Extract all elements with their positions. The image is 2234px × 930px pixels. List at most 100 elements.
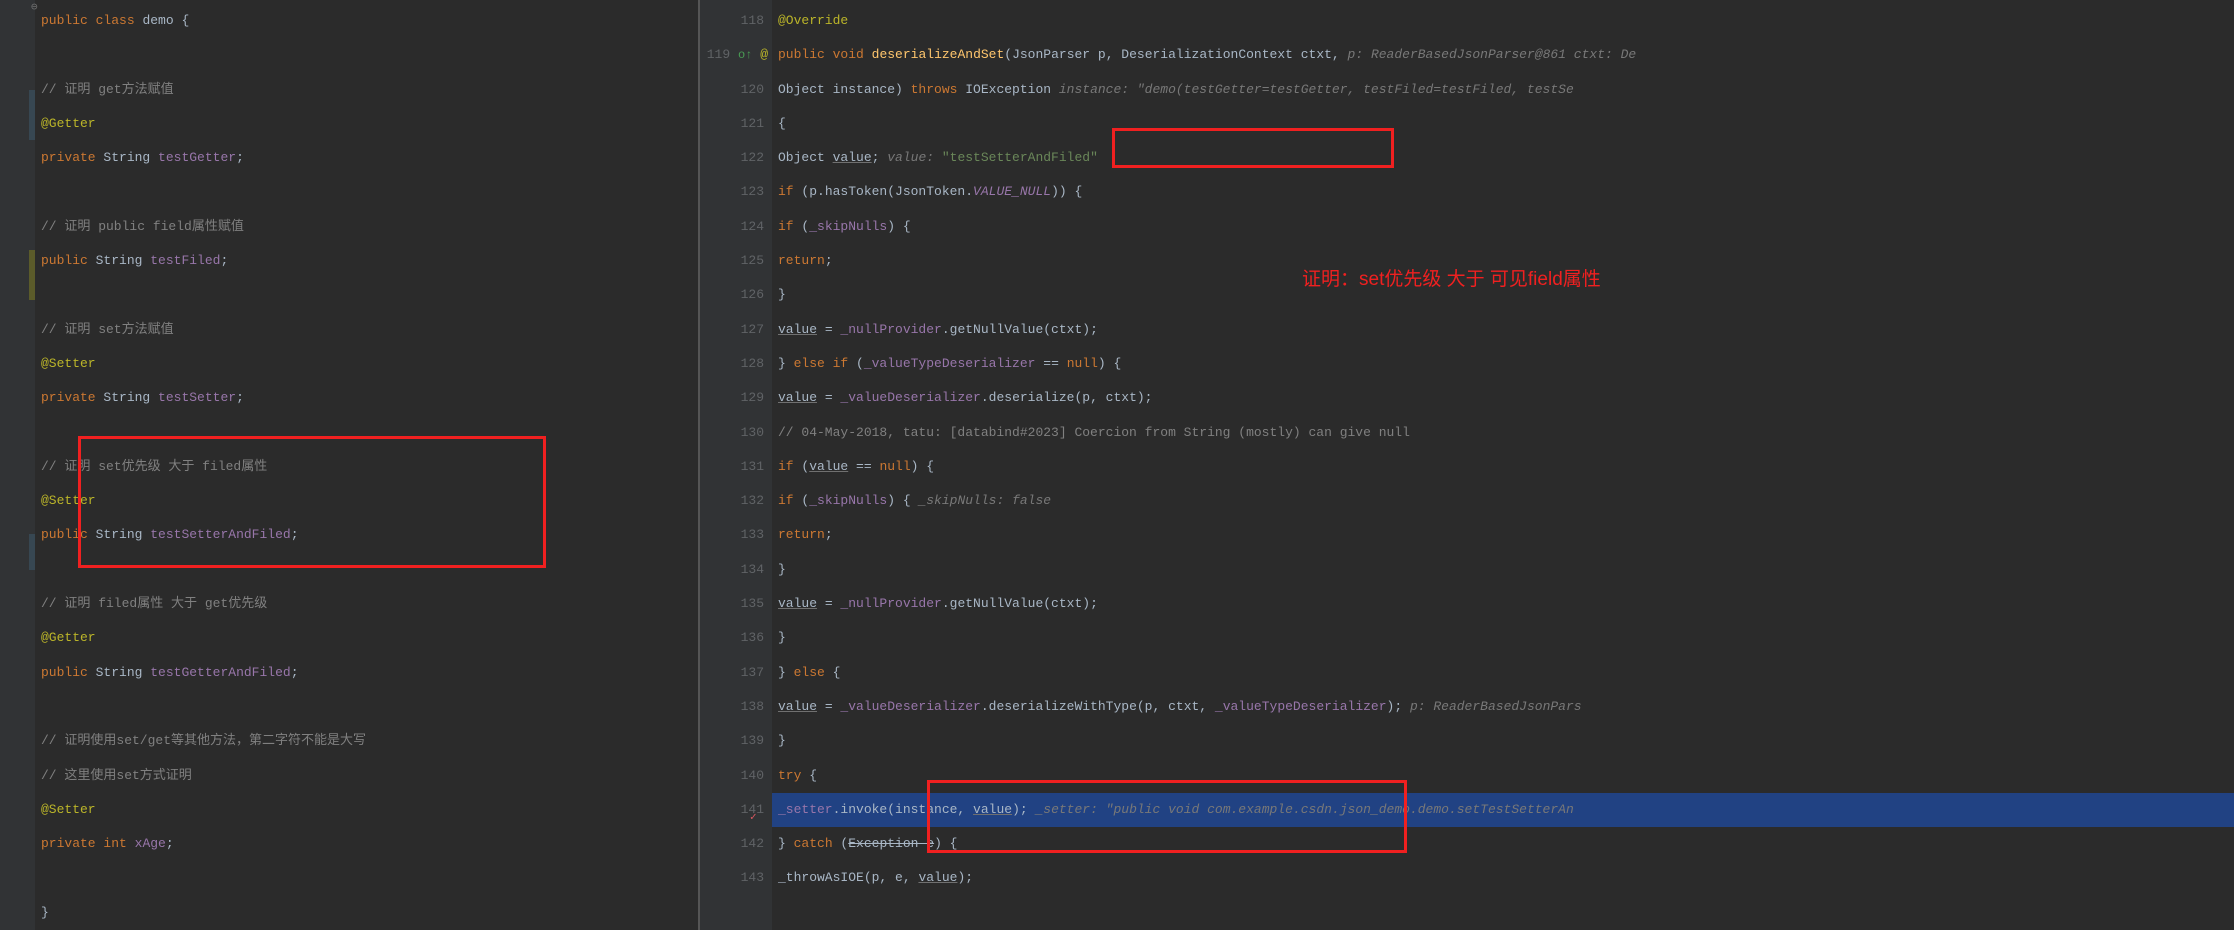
code-line[interactable] <box>35 175 698 209</box>
gutter-line[interactable] <box>0 518 35 552</box>
gutter-line[interactable] <box>0 553 35 587</box>
gutter-line-number[interactable]: 124 <box>700 210 772 244</box>
gutter-line[interactable] <box>0 38 35 72</box>
code-line[interactable]: // 04-May-2018, tatu: [databind#2023] Co… <box>772 416 2234 450</box>
gutter-line[interactable] <box>0 690 35 724</box>
code-line[interactable]: @Getter <box>35 107 698 141</box>
gutter-line[interactable] <box>0 484 35 518</box>
code-line[interactable]: public String testGetterAndFiled; <box>35 656 698 690</box>
gutter-line-number[interactable]: 129 <box>700 381 772 415</box>
gutter-line-number[interactable]: 126 <box>700 278 772 312</box>
code-line[interactable]: if (value == null) { <box>772 450 2234 484</box>
code-line[interactable]: public String testSetterAndFiled; <box>35 518 698 552</box>
gutter-line[interactable] <box>0 313 35 347</box>
gutter-line-number[interactable]: 130 <box>700 416 772 450</box>
gutter-line[interactable] <box>0 621 35 655</box>
code-line[interactable]: private int xAge; <box>35 827 698 861</box>
code-line[interactable]: // 证明 set优先级 大于 filed属性 <box>35 450 698 484</box>
code-line[interactable] <box>35 553 698 587</box>
code-line[interactable]: Object instance) throws IOException inst… <box>772 73 2234 107</box>
code-line[interactable]: public String testFiled; <box>35 244 698 278</box>
gutter-line[interactable] <box>0 107 35 141</box>
code-line[interactable]: } else { <box>772 656 2234 690</box>
gutter-line[interactable] <box>0 896 35 930</box>
override-icon[interactable]: o↑ <box>738 48 752 62</box>
gutter-line[interactable] <box>0 347 35 381</box>
gutter-line[interactable] <box>0 381 35 415</box>
gutter-line[interactable] <box>0 656 35 690</box>
gutter-line[interactable] <box>0 4 35 38</box>
gutter-line-number[interactable]: 136 <box>700 621 772 655</box>
code-line[interactable]: } <box>772 724 2234 758</box>
gutter-line[interactable] <box>0 861 35 895</box>
gutter-line-number[interactable]: 142 <box>700 827 772 861</box>
gutter-line-number[interactable]: 127 <box>700 313 772 347</box>
gutter-line-number[interactable]: 122 <box>700 141 772 175</box>
code-line[interactable] <box>35 690 698 724</box>
left-code-area[interactable]: public class demo { // 证明 get方法赋值 @Gette… <box>35 0 698 930</box>
code-line[interactable]: // 证明 get方法赋值 <box>35 73 698 107</box>
gutter-line-number[interactable]: 133 <box>700 518 772 552</box>
gutter-line-number[interactable]: 121 <box>700 107 772 141</box>
code-line[interactable]: @Setter <box>35 484 698 518</box>
code-line[interactable]: _throwAsIOE(p, e, value); <box>772 861 2234 895</box>
gutter-line-number[interactable]: 137 <box>700 656 772 690</box>
code-line[interactable]: Object value; value: "testSetterAndFiled… <box>772 141 2234 175</box>
gutter-line[interactable] <box>0 175 35 209</box>
gutter-line-number[interactable]: 120 <box>700 73 772 107</box>
code-line[interactable]: // 证明 filed属性 大于 get优先级 <box>35 587 698 621</box>
gutter-line[interactable] <box>0 793 35 827</box>
code-line[interactable]: @Setter <box>35 793 698 827</box>
code-line[interactable]: if (_skipNulls) { _skipNulls: false <box>772 484 2234 518</box>
gutter-line[interactable] <box>0 141 35 175</box>
code-line[interactable]: // 证明 set方法赋值 <box>35 313 698 347</box>
code-line[interactable]: @Override <box>772 4 2234 38</box>
code-line[interactable]: // 这里使用set方式证明 <box>35 759 698 793</box>
code-line[interactable]: value = _valueDeserializer.deserialize(p… <box>772 381 2234 415</box>
gutter-line-number[interactable]: 123 <box>700 175 772 209</box>
gutter-line[interactable] <box>0 278 35 312</box>
code-line[interactable]: value = _nullProvider.getNullValue(ctxt)… <box>772 313 2234 347</box>
gutter-line-number[interactable]: 119 o↑ @ <box>700 38 772 72</box>
code-line[interactable]: @Setter <box>35 347 698 381</box>
code-line[interactable]: private String testGetter; <box>35 141 698 175</box>
code-line[interactable]: if (_skipNulls) { <box>772 210 2234 244</box>
code-line[interactable]: public void deserializeAndSet(JsonParser… <box>772 38 2234 72</box>
gutter-line[interactable] <box>0 759 35 793</box>
gutter-line-number[interactable]: 134 <box>700 553 772 587</box>
code-line[interactable]: try { <box>772 759 2234 793</box>
code-line[interactable]: // 证明使用set/get等其他方法，第二字符不能是大写 <box>35 724 698 758</box>
gutter-line-number[interactable]: 139 <box>700 724 772 758</box>
code-line[interactable]: { <box>772 107 2234 141</box>
code-line[interactable]: } <box>772 621 2234 655</box>
right-code-area[interactable]: @Overridepublic void deserializeAndSet(J… <box>772 0 2234 930</box>
gutter-line[interactable] <box>0 450 35 484</box>
right-gutter[interactable]: 118119 o↑ @12012112212312412512612712812… <box>700 0 772 930</box>
code-line[interactable]: private String testSetter; <box>35 381 698 415</box>
code-line[interactable]: } <box>772 553 2234 587</box>
code-line[interactable] <box>35 278 698 312</box>
code-line[interactable]: // 证明 public field属性赋值 <box>35 210 698 244</box>
gutter-line-number[interactable]: 135 <box>700 587 772 621</box>
gutter-line-number[interactable]: 128 <box>700 347 772 381</box>
gutter-line[interactable] <box>0 724 35 758</box>
code-line[interactable]: @Getter <box>35 621 698 655</box>
gutter-line[interactable] <box>0 210 35 244</box>
gutter-line[interactable] <box>0 73 35 107</box>
code-line[interactable] <box>35 38 698 72</box>
code-line[interactable]: return; <box>772 518 2234 552</box>
code-line[interactable]: value = _valueDeserializer.deserializeWi… <box>772 690 2234 724</box>
gutter-line-number[interactable]: 131 <box>700 450 772 484</box>
gutter-line[interactable] <box>0 827 35 861</box>
code-line[interactable] <box>35 416 698 450</box>
gutter-line-number[interactable]: 140 <box>700 759 772 793</box>
gutter-line-number[interactable]: 125 <box>700 244 772 278</box>
gutter-line[interactable] <box>0 587 35 621</box>
gutter-line-number[interactable]: 132 <box>700 484 772 518</box>
gutter-line-number[interactable]: 141 <box>700 793 772 827</box>
gutter-line[interactable] <box>0 244 35 278</box>
gutter-line-number[interactable]: 118 <box>700 4 772 38</box>
code-line[interactable]: public class demo { <box>35 4 698 38</box>
code-line[interactable]: } else if (_valueTypeDeserializer == nul… <box>772 347 2234 381</box>
code-line[interactable]: } <box>35 896 698 930</box>
